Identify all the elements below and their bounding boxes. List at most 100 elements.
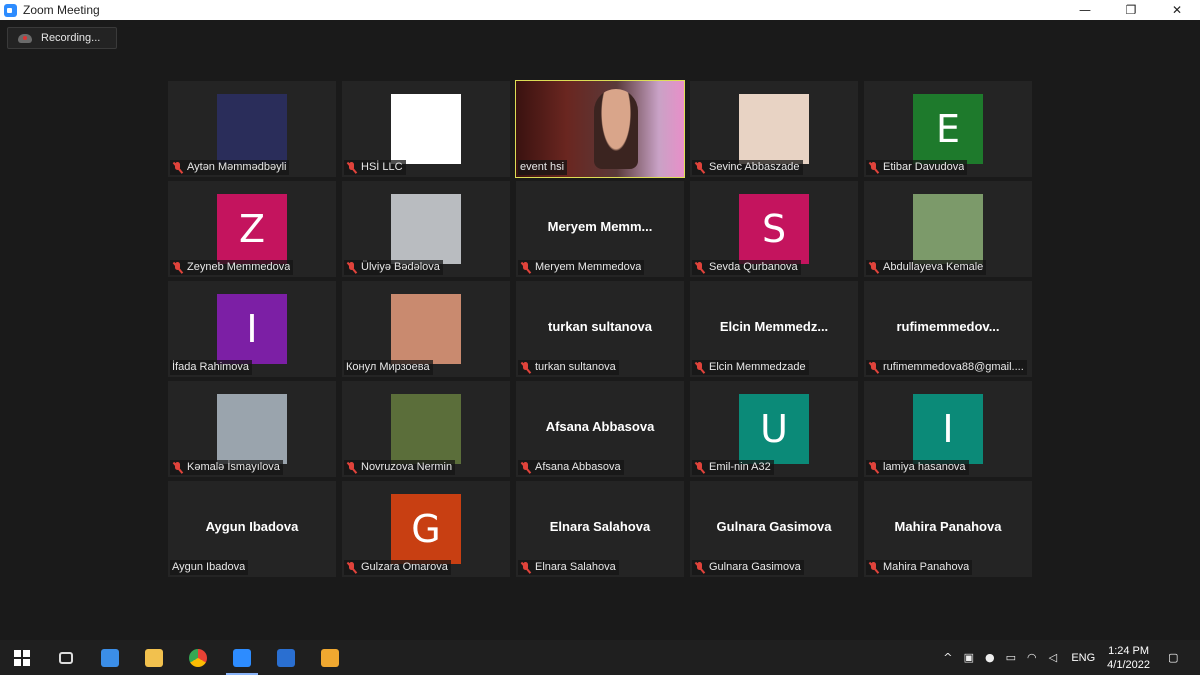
- participant-initial-avatar: I: [913, 394, 983, 464]
- participant-tile[interactable]: S Sevda Qurbanova: [690, 181, 858, 277]
- participant-tile[interactable]: event hsi: [515, 80, 685, 178]
- taskbar-clock[interactable]: 1:24 PM 4/1/2022: [1107, 644, 1150, 672]
- participant-initial-avatar: E: [913, 94, 983, 164]
- mic-muted-icon: [868, 162, 879, 173]
- participant-tile[interactable]: Ilamiya hasanova: [864, 381, 1032, 477]
- participant-name-label: Sevinc Abbaszade: [692, 160, 803, 175]
- participant-tile[interactable]: E Etibar Davudova: [864, 81, 1032, 177]
- participant-tile[interactable]: Kəmalə İsmayılova: [168, 381, 336, 477]
- participant-tile[interactable]: Z Zeyneb Memmedova: [168, 181, 336, 277]
- microsoft-store-icon: [101, 648, 119, 667]
- participant-initial-avatar: I: [217, 294, 287, 364]
- participant-profile-picture: [391, 294, 461, 364]
- mic-muted-icon: [346, 562, 357, 573]
- media-player-icon: [321, 648, 339, 667]
- participant-name-label: Gulzara Omarova: [344, 560, 451, 575]
- participant-tile[interactable]: HSİ LLC: [342, 81, 510, 177]
- participant-name-label: Mahira Panahova: [866, 560, 973, 575]
- participant-name-label: event hsi: [518, 160, 568, 175]
- participant-tile[interactable]: U Emil-nin A32: [690, 381, 858, 477]
- participant-initial-avatar: Z: [217, 194, 287, 264]
- participant-name-label: Sevda Qurbanova: [692, 260, 801, 275]
- participant-name: Elnara Salahova: [535, 561, 616, 573]
- meeting-stage: Recording... Aytən Məmmədbəyli HSİ LLC eve…: [0, 20, 1200, 640]
- participant-display-name: Meryem Memm...: [547, 219, 653, 234]
- mic-muted-icon: [694, 362, 705, 373]
- participant-name-label: Aygun Ibadova: [170, 560, 249, 575]
- participant-name-label: Novruzova Nermin: [344, 460, 456, 475]
- taskbar-app[interactable]: [132, 640, 176, 675]
- start-pane: [14, 658, 21, 666]
- close-button[interactable]: ✕: [1154, 0, 1200, 20]
- participant-tile[interactable]: G Gulzara Omarova: [342, 481, 510, 577]
- participant-tile[interactable]: Elnara Salahova Elnara Salahova: [516, 481, 684, 577]
- taskbar-app[interactable]: [264, 640, 308, 675]
- battery-icon[interactable]: ▭: [1000, 651, 1021, 664]
- taskbar-app[interactable]: [220, 640, 264, 675]
- taskbar-app[interactable]: [88, 640, 132, 675]
- participant-tile[interactable]: Ülviyə Bədəlova: [342, 181, 510, 277]
- participant-name: Kəmalə İsmayılova: [187, 461, 280, 473]
- participant-tile[interactable]: Afsana Abbasova Afsana Abbasova: [516, 381, 684, 477]
- participant-tile[interactable]: Mahira Panahova Mahira Panahova: [864, 481, 1032, 577]
- participant-name-label: Kəmalə İsmayılova: [170, 460, 283, 475]
- participant-display-name: Elcin Memmedz...: [719, 319, 829, 334]
- participant-name: Конул Мирзоева: [346, 361, 430, 373]
- participant-name: Aytən Məmmədbəyli: [187, 161, 287, 173]
- participant-tile[interactable]: turkan sultanova turkan sultanova: [516, 281, 684, 377]
- participant-tile[interactable]: Elcin Memmedz... Elcin Memmedzade: [690, 281, 858, 377]
- participant-name: HSİ LLC: [361, 161, 403, 173]
- notifications-icon[interactable]: ▢: [1168, 651, 1190, 664]
- taskbar-apps: [0, 640, 352, 675]
- language-indicator[interactable]: ENG: [1071, 652, 1095, 664]
- participant-initial-avatar: G: [391, 494, 461, 564]
- mic-muted-icon: [346, 462, 357, 473]
- participant-name-label: Emil-nin A32: [692, 460, 774, 475]
- maximize-button[interactable]: ❐: [1108, 0, 1154, 20]
- start-pane: [23, 649, 30, 657]
- participant-name: rufimemmedova88@gmail....: [883, 361, 1024, 373]
- taskbar-app[interactable]: [44, 640, 88, 675]
- clock-date: 4/1/2022: [1107, 658, 1150, 671]
- minimize-button[interactable]: —: [1062, 0, 1108, 20]
- participant-tile[interactable]: Novruzova Nermin: [342, 381, 510, 477]
- participant-tile[interactable]: I İfada Rahimova: [168, 281, 336, 377]
- participant-name: turkan sultanova: [535, 361, 616, 373]
- start-pane: [14, 649, 21, 657]
- mic-muted-icon: [868, 362, 879, 373]
- mic-muted-icon: [694, 562, 705, 573]
- participant-name-label: İfada Rahimova: [170, 360, 253, 375]
- title-bar: Zoom Meeting — ❐ ✕: [0, 0, 1200, 20]
- participant-tile[interactable]: Конул Мирзоева: [342, 281, 510, 377]
- system-tray: ^ ▣ ● ▭ ◠ ◁ ENG 1:24 PM 4/1/2022 ▢: [937, 640, 1200, 675]
- participant-name: Zeyneb Memmedova: [187, 261, 291, 273]
- mic-muted-icon: [346, 262, 357, 273]
- participant-name: Mahira Panahova: [883, 561, 970, 573]
- participant-initial-avatar: U: [739, 394, 809, 464]
- recording-label: Recording...: [41, 32, 101, 44]
- participant-tile[interactable]: Aytən Məmmədbəyli: [168, 81, 336, 177]
- meet-now-icon[interactable]: ▣: [958, 651, 979, 664]
- participant-display-name: Elnara Salahova: [549, 519, 651, 534]
- taskbar-app[interactable]: [308, 640, 352, 675]
- chevron-up-icon[interactable]: ^: [937, 651, 958, 664]
- participant-tile[interactable]: Meryem Memm... Meryem Memmedova: [516, 181, 684, 277]
- participant-tile[interactable]: Gulnara Gasimova Gulnara Gasimova: [690, 481, 858, 577]
- taskbar-app[interactable]: [0, 640, 44, 675]
- taskbar-app[interactable]: [176, 640, 220, 675]
- wifi-icon[interactable]: ◠: [1021, 651, 1042, 664]
- participant-tile[interactable]: Sevinc Abbaszade: [690, 81, 858, 177]
- speaker-muted-icon[interactable]: ◁: [1042, 651, 1063, 664]
- mic-muted-icon: [520, 362, 531, 373]
- participant-tile[interactable]: Aygun Ibadova Aygun Ibadova: [168, 481, 336, 577]
- microphone-icon[interactable]: ●: [979, 651, 1000, 664]
- participant-name-label: Etibar Davudova: [866, 160, 968, 175]
- participant-tile[interactable]: Abdullayeva Kemale: [864, 181, 1032, 277]
- recording-indicator[interactable]: Recording...: [7, 27, 117, 49]
- chrome-icon: [189, 648, 207, 667]
- participant-name-label: Zeyneb Memmedova: [170, 260, 294, 275]
- participant-name: lamiya hasanova: [883, 461, 966, 473]
- participant-tile[interactable]: rufimemmedov... rufimemmedova88@gmail....: [864, 281, 1032, 377]
- participant-name: Etibar Davudova: [883, 161, 965, 173]
- participant-name: Sevda Qurbanova: [709, 261, 798, 273]
